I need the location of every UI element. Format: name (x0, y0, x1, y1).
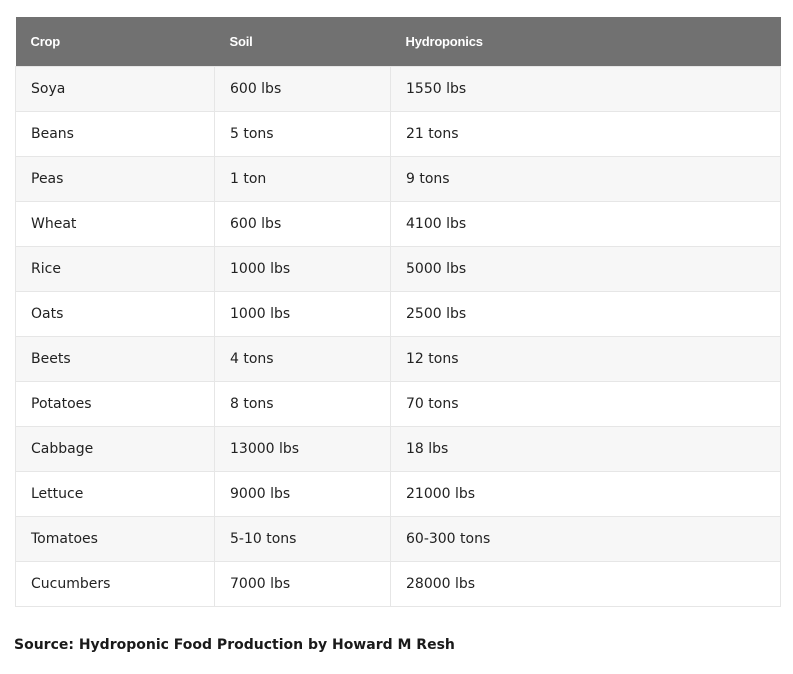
cell-hydroponics: 12 tons (390, 335, 781, 382)
cell-crop: Oats (15, 290, 215, 337)
table-header-row: Crop Soil Hydroponics (15, 17, 781, 66)
cell-hydroponics: 21 tons (390, 110, 781, 157)
table-row: Beets 4 tons 12 tons (15, 335, 781, 382)
cell-crop: Lettuce (15, 470, 215, 517)
cell-hydroponics: 4100 lbs (390, 200, 781, 247)
cell-hydroponics: 70 tons (390, 380, 781, 427)
cell-crop: Potatoes (15, 380, 215, 427)
cell-soil: 8 tons (214, 380, 391, 427)
table-row: Potatoes 8 tons 70 tons (15, 380, 781, 427)
cell-crop: Beans (15, 110, 215, 157)
cell-crop: Wheat (15, 200, 215, 247)
cell-soil: 1000 lbs (214, 290, 391, 337)
cell-soil: 5 tons (214, 110, 391, 157)
cell-soil: 1 ton (214, 155, 391, 202)
table-row: Cabbage 13000 lbs 18 lbs (15, 425, 781, 472)
source-caption: Source: Hydroponic Food Production by Ho… (14, 637, 455, 653)
cell-soil: 13000 lbs (214, 425, 391, 472)
cell-crop: Cucumbers (15, 560, 215, 607)
table-row: Tomatoes 5-10 tons 60-300 tons (15, 515, 781, 562)
cell-crop: Cabbage (15, 425, 215, 472)
header-crop: Crop (15, 17, 215, 66)
cell-crop: Beets (15, 335, 215, 382)
cell-soil: 9000 lbs (214, 470, 391, 517)
header-soil: Soil (214, 17, 391, 66)
crop-yield-table-container: Crop Soil Hydroponics Soya 600 lbs 1550 … (15, 17, 781, 607)
table-row: Soya 600 lbs 1550 lbs (15, 65, 781, 112)
crop-yield-table: Crop Soil Hydroponics Soya 600 lbs 1550 … (15, 17, 781, 607)
cell-hydroponics: 2500 lbs (390, 290, 781, 337)
table-row: Oats 1000 lbs 2500 lbs (15, 290, 781, 337)
cell-hydroponics: 1550 lbs (390, 65, 781, 112)
table-row: Cucumbers 7000 lbs 28000 lbs (15, 560, 781, 607)
table-row: Beans 5 tons 21 tons (15, 110, 781, 157)
cell-hydroponics: 21000 lbs (390, 470, 781, 517)
cell-soil: 7000 lbs (214, 560, 391, 607)
cell-hydroponics: 5000 lbs (390, 245, 781, 292)
cell-soil: 4 tons (214, 335, 391, 382)
table-row: Wheat 600 lbs 4100 lbs (15, 200, 781, 247)
cell-hydroponics: 28000 lbs (390, 560, 781, 607)
table-row: Lettuce 9000 lbs 21000 lbs (15, 470, 781, 517)
cell-hydroponics: 9 tons (390, 155, 781, 202)
table-body: Soya 600 lbs 1550 lbs Beans 5 tons 21 to… (15, 65, 781, 607)
cell-soil: 600 lbs (214, 200, 391, 247)
cell-crop: Soya (15, 65, 215, 112)
cell-hydroponics: 18 lbs (390, 425, 781, 472)
cell-crop: Tomatoes (15, 515, 215, 562)
cell-soil: 1000 lbs (214, 245, 391, 292)
cell-soil: 600 lbs (214, 65, 391, 112)
cell-soil: 5-10 tons (214, 515, 391, 562)
header-hydroponics: Hydroponics (390, 17, 781, 66)
table-row: Peas 1 ton 9 tons (15, 155, 781, 202)
cell-hydroponics: 60-300 tons (390, 515, 781, 562)
cell-crop: Peas (15, 155, 215, 202)
table-header: Crop Soil Hydroponics (15, 17, 781, 66)
cell-crop: Rice (15, 245, 215, 292)
table-row: Rice 1000 lbs 5000 lbs (15, 245, 781, 292)
